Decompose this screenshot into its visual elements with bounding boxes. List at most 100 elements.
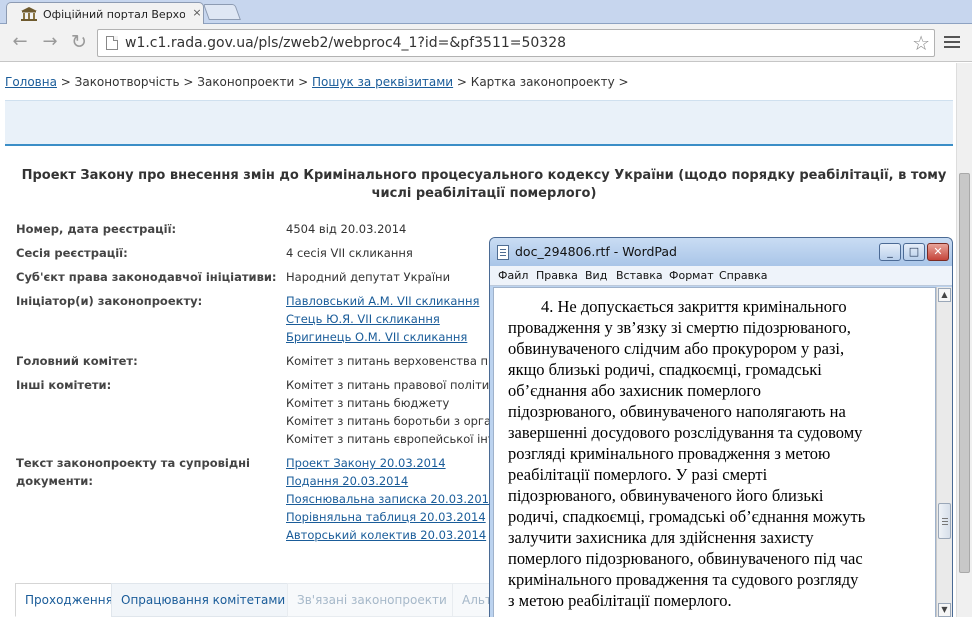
document-link[interactable]: Проект Закону 20.03.2014 [286, 454, 446, 472]
wordpad-titlebar[interactable]: doc_294806.rtf - WordPad _ □ ✕ [490, 238, 952, 266]
document-text: 4. Не допускається закриття кримінальног… [508, 296, 928, 611]
maximize-button[interactable]: □ [903, 243, 925, 261]
page-icon [106, 36, 118, 50]
document-link[interactable]: Пояснювальна записка 20.03.2014 [286, 490, 496, 508]
document-line: об’єднання або захисник померлого [508, 381, 761, 400]
document-line: родичі, спадкоємці, громадські об’єднанн… [508, 507, 866, 526]
bill-tabs: Проходження Опрацювання комітетами Зв'яз… [15, 583, 502, 617]
document-line: підозрюваного, обвинуваченого наполягают… [508, 402, 846, 421]
documents-label: Текст законопроекту та супровідні [16, 456, 250, 470]
wordpad-title: doc_294806.rtf - WordPad [515, 244, 677, 259]
page-scrollbar[interactable] [956, 63, 972, 617]
wordpad-window: doc_294806.rtf - WordPad _ □ ✕ Файл Прав… [489, 237, 953, 617]
document-line: розгляді кримінального провадження з мет… [508, 444, 831, 463]
scroll-down-arrow-icon[interactable]: ▼ [938, 603, 951, 617]
initiator-link[interactable]: Стець Ю.Я. VII скликання [286, 310, 440, 328]
initiator-link-text[interactable]: Бригинець О.М. VII скликання [286, 330, 467, 344]
breadcrumb: Головна > Законотворчість > Законопроект… [5, 75, 629, 89]
document-line: 4. Не допускається закриття кримінальног… [508, 297, 847, 316]
bookmark-star-icon[interactable]: ☆ [912, 31, 930, 55]
document-line: померлого підозрюваного, обвинуваченого … [508, 549, 863, 568]
wordpad-menubar: Файл Правка Вид Вставка Формат Справка [490, 266, 952, 286]
main-committee-label: Головний комітет: [16, 354, 138, 368]
wordpad-scrollbar[interactable]: ▲ ▼ [936, 287, 952, 617]
document-line: завершенні досудового розслідування та с… [508, 423, 863, 442]
initiator-link-text[interactable]: Стець Ю.Я. VII скликання [286, 312, 440, 326]
address-bar[interactable]: w1.c1.rada.gov.ua/pls/zweb2/webproc4_1?i… [97, 29, 935, 57]
document-link-text[interactable]: Проект Закону 20.03.2014 [286, 456, 446, 470]
session-label: Сесія реєстрації: [16, 246, 128, 260]
initiator-link[interactable]: Павловський А.М. VII скликання [286, 292, 479, 310]
breadcrumb-item: Законотворчість [74, 75, 180, 89]
browser-toolbar: ← → ↻ w1.c1.rada.gov.ua/pls/zweb2/webpro… [0, 24, 972, 62]
initiative-subject-value: Народний депутат України [286, 270, 451, 284]
breadcrumb-separator: > [614, 75, 629, 89]
reload-icon[interactable]: ↻ [68, 32, 90, 54]
document-icon [497, 245, 509, 260]
breadcrumb-home-link[interactable]: Головна [5, 75, 57, 89]
scroll-up-arrow-icon[interactable]: ▲ [938, 288, 951, 302]
new-tab-button[interactable] [203, 4, 241, 20]
breadcrumb-separator: > [294, 75, 313, 89]
initiator-link[interactable]: Бригинець О.М. VII скликання [286, 328, 467, 346]
document-line: підозрюваного, обвинуваченого його близь… [508, 486, 824, 505]
page-scroll-thumb[interactable] [959, 173, 970, 573]
menu-edit[interactable]: Правка [536, 269, 578, 282]
back-arrow-icon[interactable]: ← [9, 32, 31, 54]
breadcrumb-current: Картка законопроекту [470, 75, 615, 89]
document-link-text[interactable]: Порівняльна таблиця 20.03.2014 [286, 510, 486, 524]
chrome-menu-icon[interactable] [944, 34, 960, 50]
document-line: з метою реабілітації померлого. [508, 591, 732, 610]
menu-view[interactable]: Вид [585, 269, 607, 282]
menu-help[interactable]: Справка [719, 269, 767, 282]
breadcrumb-separator: > [179, 75, 198, 89]
menu-format[interactable]: Формат [669, 269, 714, 282]
other-committee-value: Комітет з питань правової політики [286, 378, 504, 392]
parliament-favicon-icon [21, 7, 37, 21]
browser-tab-active[interactable]: Офіційний портал Верховної Ради України … [6, 2, 204, 25]
breadcrumb-separator: > [56, 75, 75, 89]
other-committee-value: Комітет з питань європейської інте [286, 432, 502, 446]
initiators-label: Ініціатор(и) законопроекту: [16, 294, 203, 308]
browser-tabstrip: Офіційний портал Верховної Ради України … [0, 0, 972, 25]
header-banner [5, 100, 953, 146]
browser-tab-title: Офіційний портал Верховної Ради України [43, 8, 185, 21]
tab-progress[interactable]: Проходження [15, 583, 123, 617]
document-line: провадження у зв’язку зі смертю підозрюв… [508, 318, 851, 337]
registration-number-value: 4504 від 20.03.2014 [286, 222, 407, 236]
other-committees-label: Інші комітети: [16, 378, 112, 392]
document-link-text[interactable]: Пояснювальна записка 20.03.2014 [286, 492, 496, 506]
documents-label-cont: документи: [16, 474, 93, 488]
other-committee-value: Комітет з питань бюджету [286, 396, 450, 410]
menu-file[interactable]: Файл [498, 269, 528, 282]
document-line: обвинуваченого слідчим або прокурором у … [508, 339, 845, 358]
forward-arrow-icon[interactable]: → [39, 32, 61, 54]
document-line: якщо близькі родичі, спадкоємці, громадс… [508, 360, 822, 379]
breadcrumb-item: Законопроекти [197, 75, 295, 89]
minimize-button[interactable]: _ [879, 243, 901, 261]
document-link-text[interactable]: Подання 20.03.2014 [286, 474, 408, 488]
breadcrumb-separator: > [453, 75, 471, 89]
bill-title: Проект Закону про внесення змін до Кримі… [21, 168, 947, 201]
initiative-subject-label: Суб'єкт права законодавчої ініціативи: [16, 270, 277, 284]
tab-close-icon[interactable]: × [190, 6, 204, 20]
document-line: залучити захисника для здійснення захист… [508, 528, 814, 547]
main-committee-value: Комітет з питань верховенства права [286, 354, 517, 368]
document-line: реабілітації померлого. У разі смерті [508, 465, 768, 484]
document-link[interactable]: Авторський колектив 20.03.2014 [286, 526, 486, 544]
address-bar-url[interactable]: w1.c1.rada.gov.ua/pls/zweb2/webproc4_1?i… [125, 35, 566, 51]
tab-committees[interactable]: Опрацювання комітетами [111, 583, 296, 617]
breadcrumb-search-link[interactable]: Пошук за реквізитами [312, 75, 453, 89]
document-link[interactable]: Порівняльна таблиця 20.03.2014 [286, 508, 486, 526]
wordpad-scroll-thumb[interactable] [938, 503, 951, 539]
document-link-text[interactable]: Авторський колектив 20.03.2014 [286, 528, 486, 542]
tab-related-bills[interactable]: Зв'язані законопроекти [287, 583, 457, 617]
other-committee-value: Комітет з питань боротьби з організ [286, 414, 508, 428]
close-button[interactable]: ✕ [927, 243, 949, 261]
menu-insert[interactable]: Вставка [616, 269, 663, 282]
initiator-link-text[interactable]: Павловський А.М. VII скликання [286, 294, 479, 308]
session-value: 4 сесія VII скликання [286, 246, 413, 260]
document-link[interactable]: Подання 20.03.2014 [286, 472, 408, 490]
document-line: кримінального провадження та судового ро… [508, 570, 859, 589]
wordpad-document-area[interactable]: 4. Не допускається закриття кримінальног… [493, 287, 936, 617]
